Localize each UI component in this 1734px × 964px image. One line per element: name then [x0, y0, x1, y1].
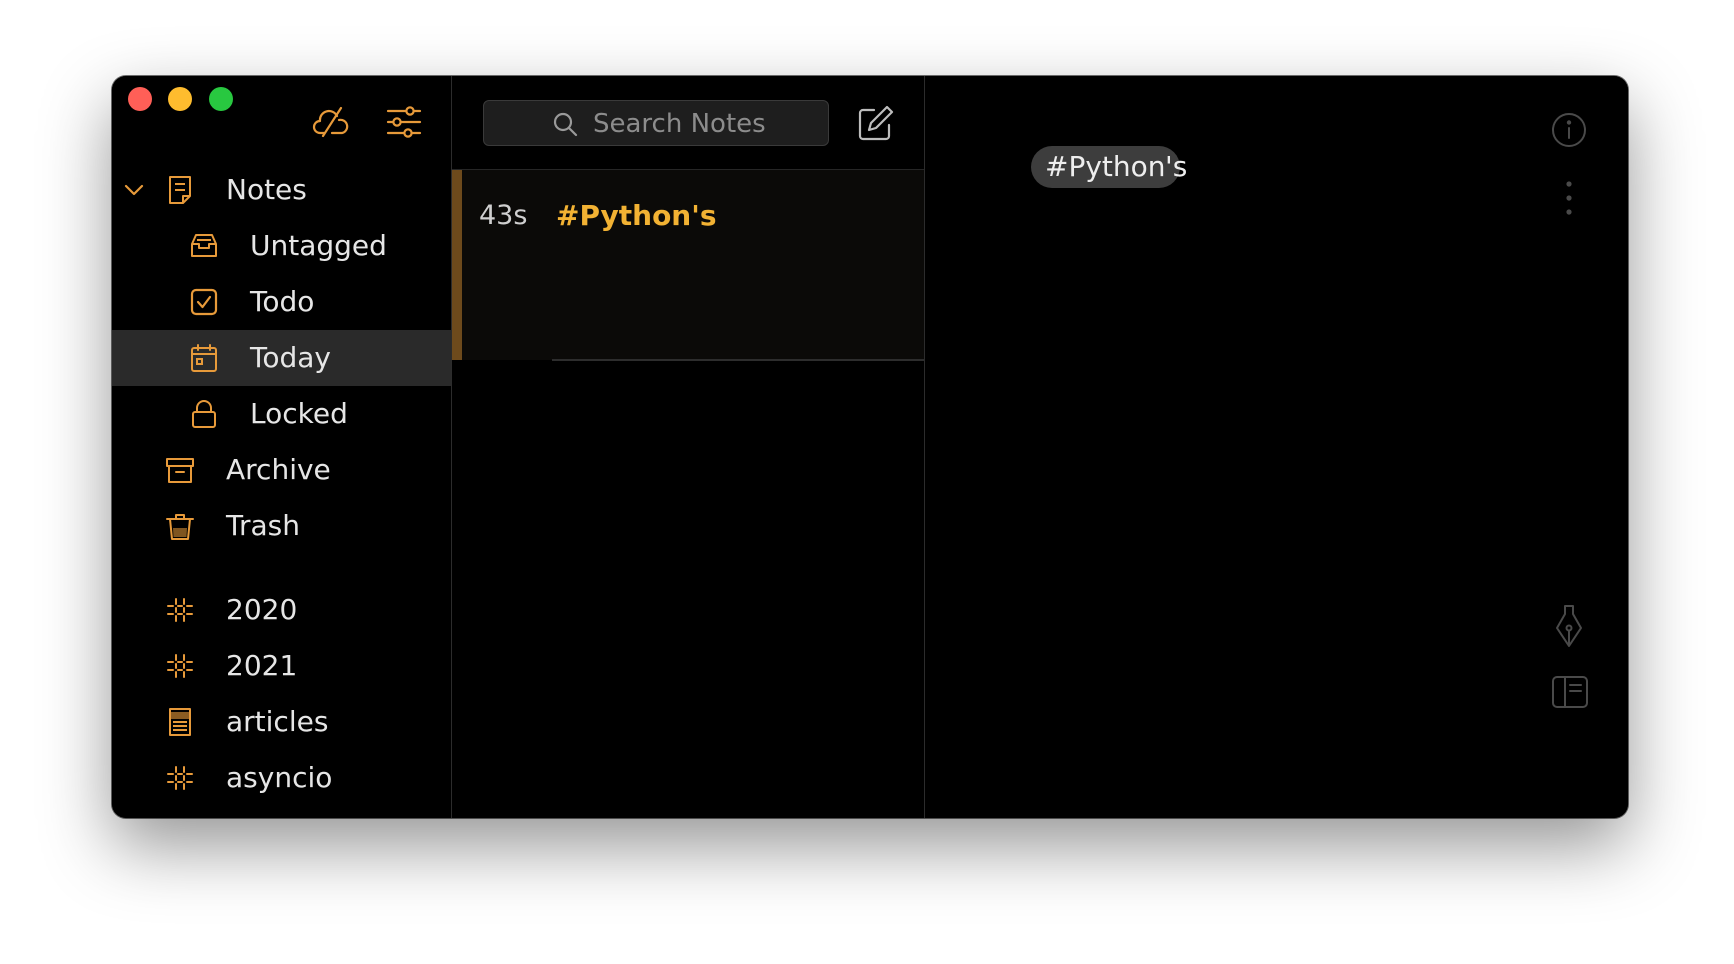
- minimize-window-button[interactable]: [168, 87, 192, 111]
- app-window: Notes Untagged Todo Today Locked Archive…: [112, 76, 1628, 818]
- calendar-icon: [188, 342, 220, 374]
- filter-sliders-icon[interactable]: [384, 102, 424, 142]
- maximize-window-button[interactable]: [209, 87, 233, 111]
- search-icon: [552, 111, 578, 137]
- sidebar-tag-2021[interactable]: 2021: [112, 638, 451, 694]
- note-title: #Python's: [556, 199, 717, 232]
- sidebar-tag-asyncio[interactable]: asyncio: [112, 750, 451, 806]
- editor-text[interactable]: 's: [1165, 146, 1187, 188]
- sidebar-item-todo[interactable]: Todo: [112, 274, 451, 330]
- more-dots-icon[interactable]: [1561, 178, 1577, 218]
- sidebar: Notes Untagged Todo Today Locked Archive…: [112, 76, 452, 818]
- sidebar-item-label: Archive: [226, 453, 331, 486]
- new-note-button[interactable]: [854, 103, 896, 145]
- sidebar-tag-articles[interactable]: articles: [112, 694, 451, 750]
- sidebar-item-label: Notes: [226, 173, 307, 206]
- sidebar-item-label: Trash: [226, 509, 300, 542]
- sidebar-item-untagged[interactable]: Untagged: [112, 218, 451, 274]
- sidebar-item-label: Untagged: [250, 229, 387, 262]
- sidebar-toggle-icon[interactable]: [1551, 674, 1589, 710]
- hashtag-icon: [164, 650, 196, 682]
- sidebar-item-archive[interactable]: Archive: [112, 442, 451, 498]
- hashtag-icon: [164, 762, 196, 794]
- hashtag-icon: [164, 594, 196, 626]
- checkbox-icon: [188, 286, 220, 318]
- selected-note-indicator: [452, 170, 462, 360]
- chevron-down-icon[interactable]: [122, 178, 146, 202]
- note-age: 43s: [479, 200, 528, 231]
- archive-box-icon: [164, 454, 196, 486]
- note-editor[interactable]: #Python 's: [925, 76, 1628, 818]
- article-stack-icon: [164, 706, 196, 738]
- tag-pill[interactable]: #Python: [1031, 146, 1180, 188]
- close-window-button[interactable]: [128, 87, 152, 111]
- note-separator: [552, 359, 924, 361]
- note-list-pane: Search Notes 43s #Python's: [452, 76, 925, 818]
- sidebar-tag-2020[interactable]: 2020: [112, 582, 451, 638]
- info-icon[interactable]: [1549, 110, 1589, 150]
- sync-off-icon[interactable]: [311, 102, 351, 142]
- sidebar-tag-label: articles: [226, 705, 329, 738]
- lock-icon: [188, 398, 220, 430]
- sidebar-item-label: Todo: [250, 285, 315, 318]
- note-document-icon: [164, 174, 196, 206]
- sidebar-item-trash[interactable]: Trash: [112, 498, 451, 554]
- trash-icon: [164, 510, 196, 542]
- pen-nib-icon[interactable]: [1551, 602, 1587, 650]
- inbox-tray-icon: [188, 230, 220, 262]
- sidebar-item-label: Locked: [250, 397, 348, 430]
- search-placeholder: Search Notes: [593, 109, 766, 139]
- sidebar-item-today[interactable]: Today: [112, 330, 451, 386]
- sidebar-item-label: Today: [250, 341, 331, 374]
- sidebar-tag-label: 2020: [226, 593, 298, 626]
- sidebar-tag-label: 2021: [226, 649, 298, 682]
- note-list-item[interactable]: 43s #Python's: [452, 170, 924, 360]
- sidebar-tag-label: asyncio: [226, 761, 333, 794]
- sidebar-item-notes[interactable]: Notes: [112, 162, 451, 218]
- sidebar-item-locked[interactable]: Locked: [112, 386, 451, 442]
- search-input[interactable]: Search Notes: [483, 100, 829, 146]
